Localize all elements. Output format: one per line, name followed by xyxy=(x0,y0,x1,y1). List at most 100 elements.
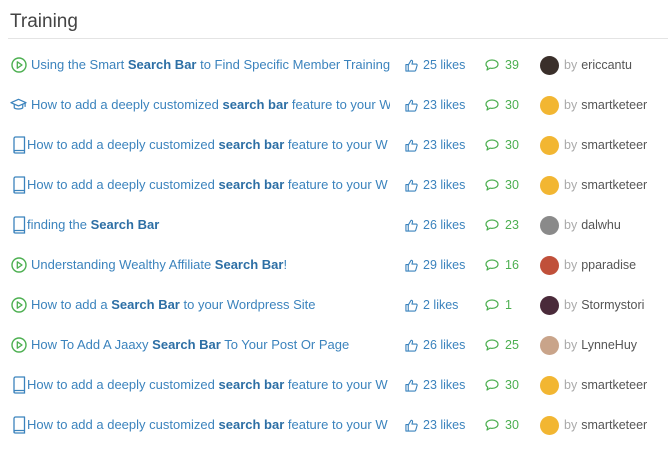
thumbs-up-icon xyxy=(405,339,418,352)
likes-label: 26 likes xyxy=(423,338,466,352)
comments-count[interactable]: 23 xyxy=(485,216,519,234)
comments-count[interactable]: 30 xyxy=(485,96,519,114)
thumbs-up-icon xyxy=(405,99,418,112)
avatar[interactable] xyxy=(540,215,559,235)
likes-count[interactable]: 2 likes xyxy=(405,296,458,314)
title-text-pre: Understanding Wealthy Affiliate xyxy=(31,257,215,272)
author-link[interactable]: dalwhu xyxy=(581,215,621,235)
author-link[interactable]: smartketeer xyxy=(581,175,647,195)
comments-count[interactable]: 39 xyxy=(485,56,519,74)
avatar[interactable] xyxy=(540,175,559,195)
author-info: by dalwhu xyxy=(540,215,621,235)
comment-bubble-icon xyxy=(485,99,499,111)
title-text-pre: finding the xyxy=(27,217,91,232)
likes-count[interactable]: 23 likes xyxy=(405,96,465,114)
author-info: by Stormystori xyxy=(540,295,644,315)
likes-count[interactable]: 23 likes xyxy=(405,136,465,154)
likes-count[interactable]: 23 likes xyxy=(405,176,465,194)
title-text-post: to Find Specific Member Training xyxy=(196,57,390,72)
likes-label: 25 likes xyxy=(423,58,466,72)
author-info: by LynneHuy xyxy=(540,335,637,355)
author-link[interactable]: smartketeer xyxy=(581,375,647,395)
section-title: Training xyxy=(10,11,78,32)
training-title-link[interactable]: finding the Search Bar xyxy=(27,216,390,234)
avatar[interactable] xyxy=(540,335,559,355)
training-title-link[interactable]: How To Add A Jaaxy Search Bar To Your Po… xyxy=(31,336,390,354)
avatar[interactable] xyxy=(540,295,559,315)
likes-count[interactable]: 29 likes xyxy=(405,256,465,274)
avatar[interactable] xyxy=(540,95,559,115)
comments-label: 30 xyxy=(505,178,519,192)
training-title-link[interactable]: How to add a deeply customized search ba… xyxy=(31,96,390,114)
by-label: by xyxy=(564,338,578,352)
likes-label: 23 likes xyxy=(423,138,466,152)
comment-bubble-icon xyxy=(485,379,499,391)
avatar[interactable] xyxy=(540,375,559,395)
training-title-link[interactable]: How to add a deeply customized search ba… xyxy=(27,176,390,194)
likes-label: 23 likes xyxy=(423,98,466,112)
comment-bubble-icon xyxy=(485,219,499,231)
book-icon xyxy=(10,175,27,194)
training-title-link[interactable]: Using the Smart Search Bar to Find Speci… xyxy=(31,56,390,74)
comments-count[interactable]: 30 xyxy=(485,176,519,194)
author-link[interactable]: smartketeer xyxy=(581,135,647,155)
thumbs-up-icon xyxy=(405,419,418,432)
comments-label: 30 xyxy=(505,98,519,112)
book-icon xyxy=(10,415,27,434)
likes-count[interactable]: 26 likes xyxy=(405,336,465,354)
comments-count[interactable]: 30 xyxy=(485,376,519,394)
avatar[interactable] xyxy=(540,255,559,275)
avatar[interactable] xyxy=(540,135,559,155)
author-info: by pparadise xyxy=(540,255,636,275)
comments-label: 30 xyxy=(505,378,519,392)
comment-bubble-icon xyxy=(485,299,499,311)
title-text-post: ! xyxy=(283,257,288,272)
by-label: by xyxy=(564,298,578,312)
author-link[interactable]: ericcantu xyxy=(581,55,632,75)
author-link[interactable]: LynneHuy xyxy=(581,335,637,355)
comments-count[interactable]: 30 xyxy=(485,136,519,154)
comment-bubble-icon xyxy=(485,139,499,151)
training-title-link[interactable]: Understanding Wealthy Affiliate Search B… xyxy=(31,256,390,274)
author-info: by smartketeer xyxy=(540,375,647,395)
title-text-pre: How to add a deeply customized xyxy=(27,377,219,392)
avatar[interactable] xyxy=(540,415,559,435)
comment-bubble-icon xyxy=(485,259,499,271)
training-title-link[interactable]: How to add a deeply customized search ba… xyxy=(27,376,390,394)
comments-count[interactable]: 1 xyxy=(485,296,512,314)
comments-count[interactable]: 25 xyxy=(485,336,519,354)
comments-label: 39 xyxy=(505,58,519,72)
training-title-link[interactable]: How to add a Search Bar to your Wordpres… xyxy=(31,296,390,314)
author-link[interactable]: smartketeer xyxy=(581,415,647,435)
training-title-link[interactable]: How to add a deeply customized search ba… xyxy=(27,136,390,154)
avatar[interactable] xyxy=(540,55,559,75)
by-label: by xyxy=(564,138,578,152)
likes-label: 2 likes xyxy=(423,298,459,312)
likes-count[interactable]: 23 likes xyxy=(405,416,465,434)
by-label: by xyxy=(564,178,578,192)
likes-count[interactable]: 25 likes xyxy=(405,56,465,74)
comments-count[interactable]: 30 xyxy=(485,416,519,434)
training-title-link[interactable]: How to add a deeply customized search ba… xyxy=(27,416,390,434)
title-text-post: feature to your W xyxy=(288,97,390,112)
comments-count[interactable]: 16 xyxy=(485,256,519,274)
title-highlight: Search Bar xyxy=(152,337,221,352)
comments-label: 30 xyxy=(505,418,519,432)
list-item: finding the Search Bar 26 likes 23 by da… xyxy=(0,204,670,244)
section-divider xyxy=(8,38,668,39)
author-info: by smartketeer xyxy=(540,95,647,115)
likes-count[interactable]: 23 likes xyxy=(405,376,465,394)
author-link[interactable]: Stormystori xyxy=(581,295,644,315)
training-list: Using the Smart Search Bar to Find Speci… xyxy=(0,44,670,444)
author-link[interactable]: smartketeer xyxy=(581,95,647,115)
comment-bubble-icon xyxy=(485,59,499,71)
likes-count[interactable]: 26 likes xyxy=(405,216,465,234)
comments-label: 16 xyxy=(505,258,519,272)
by-label: by xyxy=(564,58,578,72)
author-link[interactable]: pparadise xyxy=(581,255,636,275)
author-info: by ericcantu xyxy=(540,55,632,75)
play-circle-icon xyxy=(10,296,27,313)
thumbs-up-icon xyxy=(405,219,418,232)
title-text-post: feature to your W xyxy=(284,137,388,152)
likes-label: 23 likes xyxy=(423,378,466,392)
